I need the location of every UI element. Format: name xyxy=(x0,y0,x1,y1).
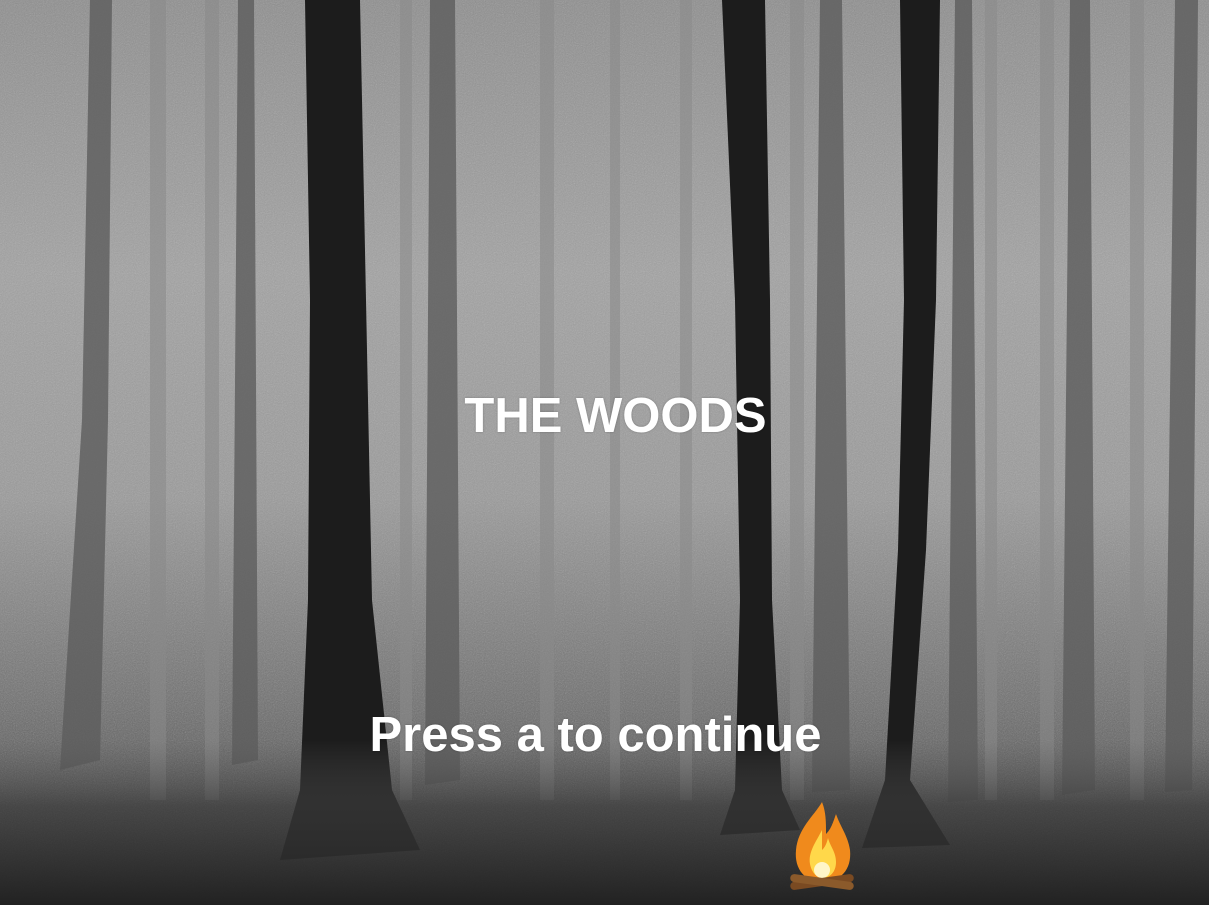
campfire-icon xyxy=(790,802,854,890)
title-screen[interactable]: THE WOODS Press a to continue xyxy=(0,0,1209,905)
continue-prompt[interactable]: Press a to continue xyxy=(0,707,1191,763)
forest-background xyxy=(0,0,1209,905)
game-title: THE WOODS xyxy=(464,389,767,443)
